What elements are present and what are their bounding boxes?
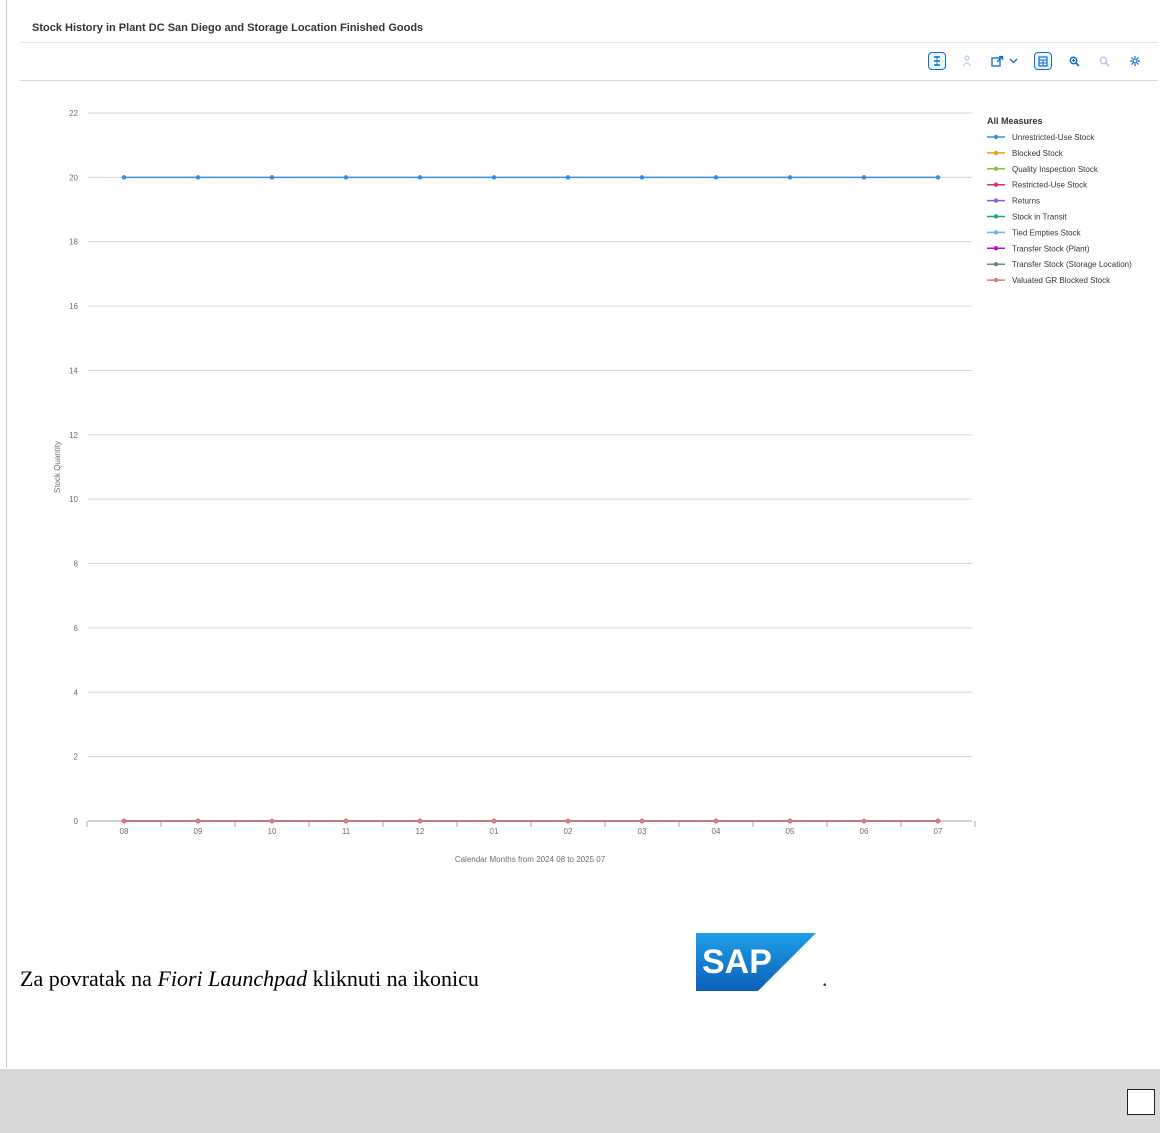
data-point bbox=[565, 175, 571, 180]
data-point bbox=[491, 818, 497, 824]
y-tick-label: 14 bbox=[69, 366, 78, 375]
legend-swatch-marker bbox=[993, 198, 999, 203]
legend-swatch-marker bbox=[993, 230, 999, 235]
data-point bbox=[935, 818, 941, 824]
data-point bbox=[269, 175, 275, 180]
y-tick-label: 2 bbox=[74, 753, 79, 762]
data-point bbox=[195, 818, 201, 824]
y-tick-label: 6 bbox=[74, 624, 79, 633]
y-tick-label: 20 bbox=[69, 173, 78, 182]
y-tick-label: 10 bbox=[69, 495, 78, 504]
data-point bbox=[565, 818, 571, 824]
legend-item-label[interactable]: Stock in Transit bbox=[1012, 213, 1067, 222]
instruction-text-before: Za povratak na bbox=[20, 966, 158, 991]
legend-swatch-marker bbox=[993, 214, 999, 219]
y-tick-label: 12 bbox=[69, 431, 78, 440]
legend-item-label[interactable]: Transfer Stock (Storage Location) bbox=[1012, 260, 1132, 269]
data-point bbox=[343, 818, 349, 824]
data-point bbox=[861, 818, 867, 824]
legend-swatch-marker bbox=[993, 262, 999, 267]
x-tick-label: 09 bbox=[194, 827, 203, 836]
x-tick-label: 04 bbox=[712, 827, 721, 836]
y-tick-label: 8 bbox=[74, 560, 79, 569]
data-point bbox=[935, 175, 941, 180]
legend-swatch-marker bbox=[993, 182, 999, 187]
x-tick-label: 08 bbox=[120, 827, 129, 836]
data-point bbox=[417, 818, 423, 824]
x-tick-label: 01 bbox=[490, 827, 499, 836]
y-tick-label: 0 bbox=[74, 817, 79, 826]
x-tick-label: 05 bbox=[786, 827, 795, 836]
legend-item-label[interactable]: Unrestricted-Use Stock bbox=[1012, 133, 1095, 142]
data-point bbox=[343, 175, 349, 180]
legend-swatch-marker bbox=[993, 246, 999, 251]
data-point bbox=[121, 818, 127, 824]
data-point bbox=[787, 175, 793, 180]
x-tick-label: 06 bbox=[860, 827, 869, 836]
data-point bbox=[491, 175, 497, 180]
bottom-bar bbox=[0, 1069, 1160, 1133]
trailing-period: . bbox=[822, 966, 828, 991]
x-tick-label: 02 bbox=[564, 827, 573, 836]
data-point bbox=[639, 175, 645, 180]
legend-swatch-marker bbox=[993, 134, 999, 140]
data-point bbox=[269, 818, 275, 824]
x-tick-label: 07 bbox=[934, 827, 943, 836]
y-axis-title: Stock Quantity bbox=[53, 441, 62, 493]
instruction-text-italic: Fiori Launchpad bbox=[157, 966, 308, 991]
data-point bbox=[713, 818, 719, 824]
x-tick-label: 03 bbox=[638, 827, 647, 836]
legend-item-label[interactable]: Restricted-Use Stock bbox=[1012, 181, 1088, 190]
y-tick-label: 16 bbox=[69, 302, 78, 311]
data-point bbox=[861, 175, 867, 180]
data-point bbox=[787, 818, 793, 824]
instruction-text: Za povratak na Fiori Launchpad kliknuti … bbox=[20, 966, 479, 992]
checkbox[interactable] bbox=[1127, 1089, 1155, 1115]
x-tick-label: 10 bbox=[268, 827, 277, 836]
legend-item-label[interactable]: Quality Inspection Stock bbox=[1012, 165, 1099, 174]
data-point bbox=[195, 175, 201, 180]
y-tick-label: 22 bbox=[69, 109, 78, 118]
data-point bbox=[713, 175, 719, 180]
legend-item-label[interactable]: Tied Empties Stock bbox=[1012, 228, 1082, 237]
legend-swatch-marker bbox=[993, 277, 999, 283]
legend-swatch-marker bbox=[993, 166, 999, 171]
y-tick-label: 4 bbox=[74, 688, 79, 697]
data-point bbox=[417, 175, 423, 180]
legend-item-label[interactable]: Returns bbox=[1012, 197, 1040, 206]
legend-swatch-marker bbox=[993, 150, 999, 156]
line-chart: 024681012141618202208 09 10 11 12 01 02 03 04 05 0… bbox=[53, 109, 1132, 864]
x-axis-title: Calendar Months from 2024 08 to 2025 07 bbox=[455, 855, 606, 864]
data-point bbox=[639, 818, 645, 824]
instruction-text-after: kliknuti na ikonicu bbox=[307, 966, 479, 991]
legend-item-label[interactable]: Valuated GR Blocked Stock bbox=[1012, 276, 1111, 285]
sap-logo[interactable]: SAP bbox=[696, 933, 816, 991]
x-tick-label: 11 bbox=[342, 827, 351, 836]
x-tick-label: 12 bbox=[416, 827, 425, 836]
legend-title: All Measures bbox=[987, 116, 1043, 126]
legend-item-label[interactable]: Blocked Stock bbox=[1012, 149, 1064, 158]
legend-item-label[interactable]: Transfer Stock (Plant) bbox=[1012, 244, 1090, 253]
y-tick-label: 18 bbox=[69, 238, 78, 247]
data-point bbox=[121, 175, 127, 180]
sap-logo-text: SAP bbox=[702, 943, 772, 981]
